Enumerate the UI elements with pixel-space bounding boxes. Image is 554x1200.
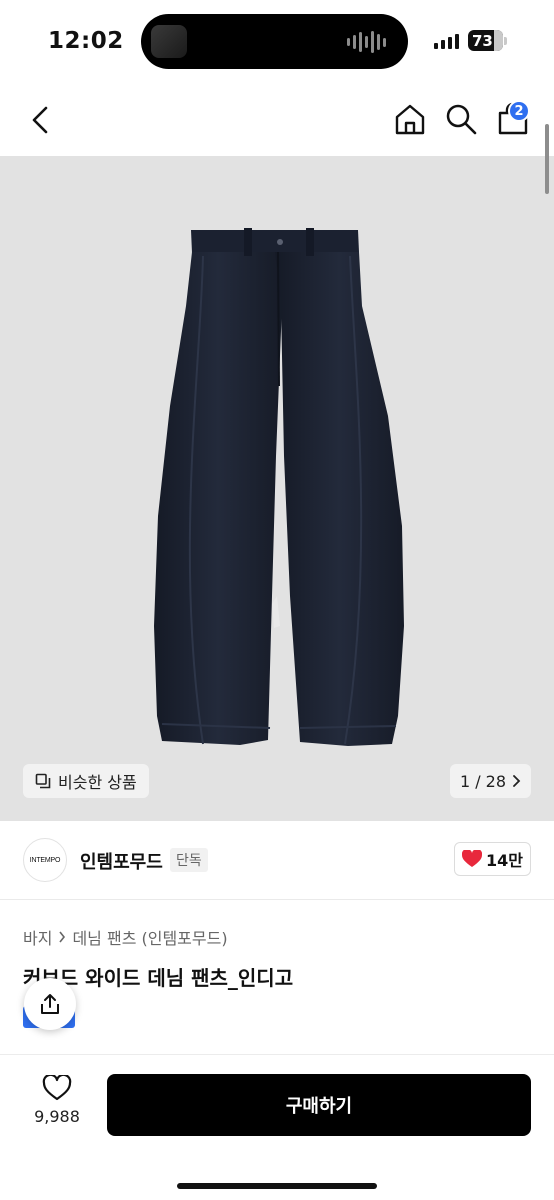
battery-cap [504, 37, 507, 45]
share-icon [41, 994, 59, 1014]
chevron-right-icon [513, 775, 521, 787]
battery-level: 73 [472, 31, 493, 50]
breadcrumb-subcategory[interactable]: 데님 팬츠 (인템포무드) [72, 925, 227, 949]
product-image-gallery[interactable] [0, 156, 554, 821]
brand-logo-text: INTEMPO [29, 856, 61, 864]
bottom-action-bar: 9,988 구매하기 [0, 1054, 554, 1200]
top-nav [0, 84, 554, 156]
breadcrumb-category[interactable]: 바지 [23, 925, 52, 949]
scroll-indicator[interactable] [545, 124, 549, 194]
exclusive-badge: 단독 [170, 848, 208, 872]
back-button[interactable] [28, 104, 54, 136]
now-playing-artwork [151, 25, 187, 58]
copy-stack-icon [35, 773, 51, 789]
home-indicator[interactable] [177, 1183, 377, 1189]
buy-button[interactable]: 구매하기 [107, 1074, 531, 1136]
dynamic-island[interactable] [141, 14, 408, 69]
heart-outline-icon [42, 1075, 72, 1101]
cart-count-badge: 2 [508, 100, 530, 122]
heart-filled-icon [462, 850, 482, 867]
cellular-signal-icon [434, 33, 459, 49]
search-button[interactable] [444, 102, 478, 136]
pager-text: 1 / 28 [459, 771, 507, 791]
chevron-right-icon [59, 931, 66, 943]
search-icon [446, 104, 477, 135]
brand-like-button[interactable]: 14만 [454, 842, 531, 876]
breadcrumb: 바지 데님 팬츠 (인템포무드) [23, 925, 228, 949]
battery-icon: 73 [468, 30, 503, 51]
wishlist-button[interactable]: 9,988 [26, 1075, 88, 1131]
similar-products-label: 비슷한 상품 [58, 773, 137, 792]
chevron-left-icon [32, 106, 48, 134]
brand-row: INTEMPO 인템포무드 단독 14만 [0, 822, 554, 900]
brand-name[interactable]: 인템포무드 [80, 848, 163, 874]
wishlist-count: 9,988 [34, 1107, 80, 1126]
product-photo-denim-pants [154, 228, 404, 746]
brand-like-count: 14만 [486, 851, 523, 870]
image-pager[interactable]: 1 / 28 [450, 764, 531, 798]
status-bar: 12:02 73 [0, 0, 554, 84]
status-time: 12:02 [48, 28, 124, 54]
home-button[interactable] [393, 102, 427, 136]
audio-waveform-icon [347, 30, 386, 54]
brand-logo[interactable]: INTEMPO [23, 838, 67, 882]
similar-products-button[interactable]: 비슷한 상품 [23, 764, 149, 798]
share-button[interactable] [24, 978, 76, 1030]
home-icon [395, 104, 425, 135]
